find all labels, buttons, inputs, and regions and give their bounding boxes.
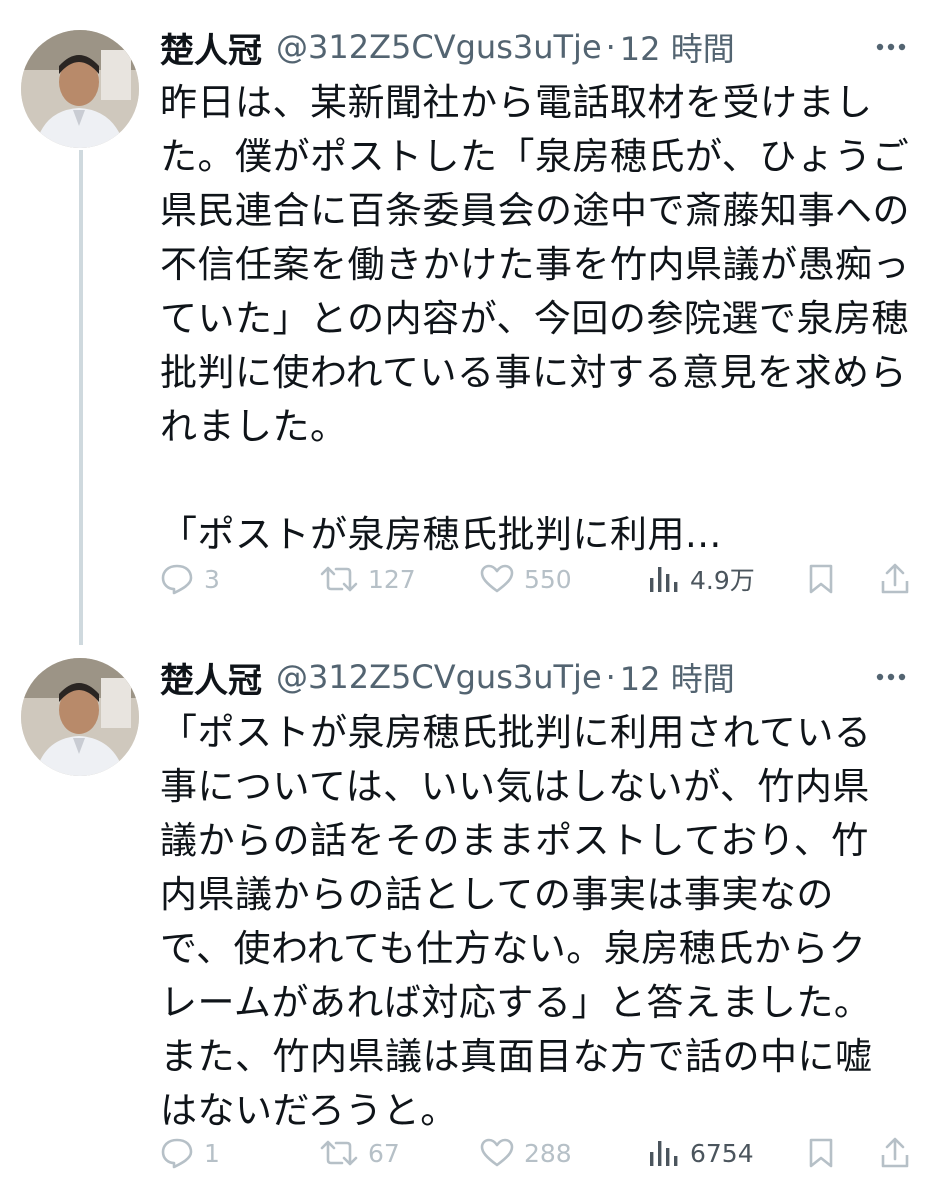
tweet-text: 昨日は、某新聞社から電話取材を受けまし た。僕がポストした「泉房穂氏が、ひょうご… bbox=[160, 81, 910, 556]
views-bar-chart-icon bbox=[650, 567, 678, 592]
like-count: 550 bbox=[524, 564, 572, 594]
avatar[interactable] bbox=[21, 30, 139, 148]
reply-bubble-icon bbox=[161, 1138, 193, 1169]
views-count: 4.9万 bbox=[690, 566, 755, 595]
like-button[interactable]: 550 bbox=[480, 564, 648, 594]
tweet-actions: 3 127 550 4.9万 bbox=[160, 556, 927, 602]
share-button[interactable] bbox=[870, 1137, 910, 1169]
bookmark-button[interactable] bbox=[808, 563, 870, 595]
user-handle[interactable]: @312Z5CVgus3uTje bbox=[276, 28, 602, 66]
share-upload-icon bbox=[881, 1137, 909, 1168]
avatar[interactable] bbox=[21, 658, 139, 776]
like-count: 288 bbox=[524, 1138, 572, 1168]
retweet-count: 67 bbox=[368, 1138, 400, 1168]
share-upload-icon bbox=[881, 563, 909, 594]
views-count: 6754 bbox=[690, 1138, 754, 1168]
reply-count: 3 bbox=[204, 564, 220, 594]
bookmark-button[interactable] bbox=[808, 1137, 870, 1169]
retweet-count: 127 bbox=[368, 564, 416, 594]
separator-dot: · bbox=[605, 28, 616, 66]
display-name[interactable]: 楚人冠 bbox=[160, 653, 262, 702]
heart-icon bbox=[480, 1138, 514, 1167]
display-name[interactable]: 楚人冠 bbox=[160, 23, 262, 72]
avatar-photo bbox=[21, 658, 139, 776]
separator-dot: · bbox=[605, 658, 616, 696]
views-button[interactable]: 4.9万 bbox=[648, 561, 808, 597]
tweet[interactable]: 楚人冠 @312Z5CVgus3uTje · 12 時間 昨日は、某新聞社から電… bbox=[0, 0, 945, 640]
reply-button[interactable]: 3 bbox=[160, 563, 320, 595]
reply-bubble-icon bbox=[161, 564, 193, 595]
views-button[interactable]: 6754 bbox=[648, 1138, 808, 1168]
share-button[interactable] bbox=[870, 563, 910, 595]
more-dots-icon[interactable] bbox=[869, 652, 913, 702]
user-handle[interactable]: @312Z5CVgus3uTje bbox=[276, 658, 602, 696]
tweet-actions: 1 67 288 6754 bbox=[160, 1130, 927, 1176]
tweet-header: 楚人冠 @312Z5CVgus3uTje · 12 時間 bbox=[160, 22, 925, 72]
tweet-text: 「ポストが泉房穂氏批判に利用されている 事については、いい気はしないが、竹内県 … bbox=[160, 711, 873, 1132]
retweet-button[interactable]: 127 bbox=[320, 564, 480, 594]
timestamp[interactable]: 12 時間 bbox=[620, 654, 735, 700]
retweet-button[interactable]: 67 bbox=[320, 1138, 480, 1168]
reply-count: 1 bbox=[204, 1138, 220, 1168]
tweet-header: 楚人冠 @312Z5CVgus3uTje · 12 時間 bbox=[160, 652, 925, 702]
reply-button[interactable]: 1 bbox=[160, 1137, 320, 1169]
tweet[interactable]: 楚人冠 @312Z5CVgus3uTje · 12 時間 「ポストが泉房穂氏批判… bbox=[0, 640, 945, 1200]
bookmark-icon bbox=[809, 1138, 833, 1168]
avatar-photo bbox=[21, 30, 139, 148]
like-button[interactable]: 288 bbox=[480, 1138, 648, 1168]
retweet-icon bbox=[320, 566, 358, 592]
retweet-icon bbox=[320, 1140, 358, 1166]
more-dots-icon[interactable] bbox=[869, 22, 913, 72]
heart-icon bbox=[480, 564, 514, 593]
views-bar-chart-icon bbox=[650, 1141, 678, 1166]
bookmark-icon bbox=[809, 564, 833, 594]
timestamp[interactable]: 12 時間 bbox=[620, 24, 735, 70]
